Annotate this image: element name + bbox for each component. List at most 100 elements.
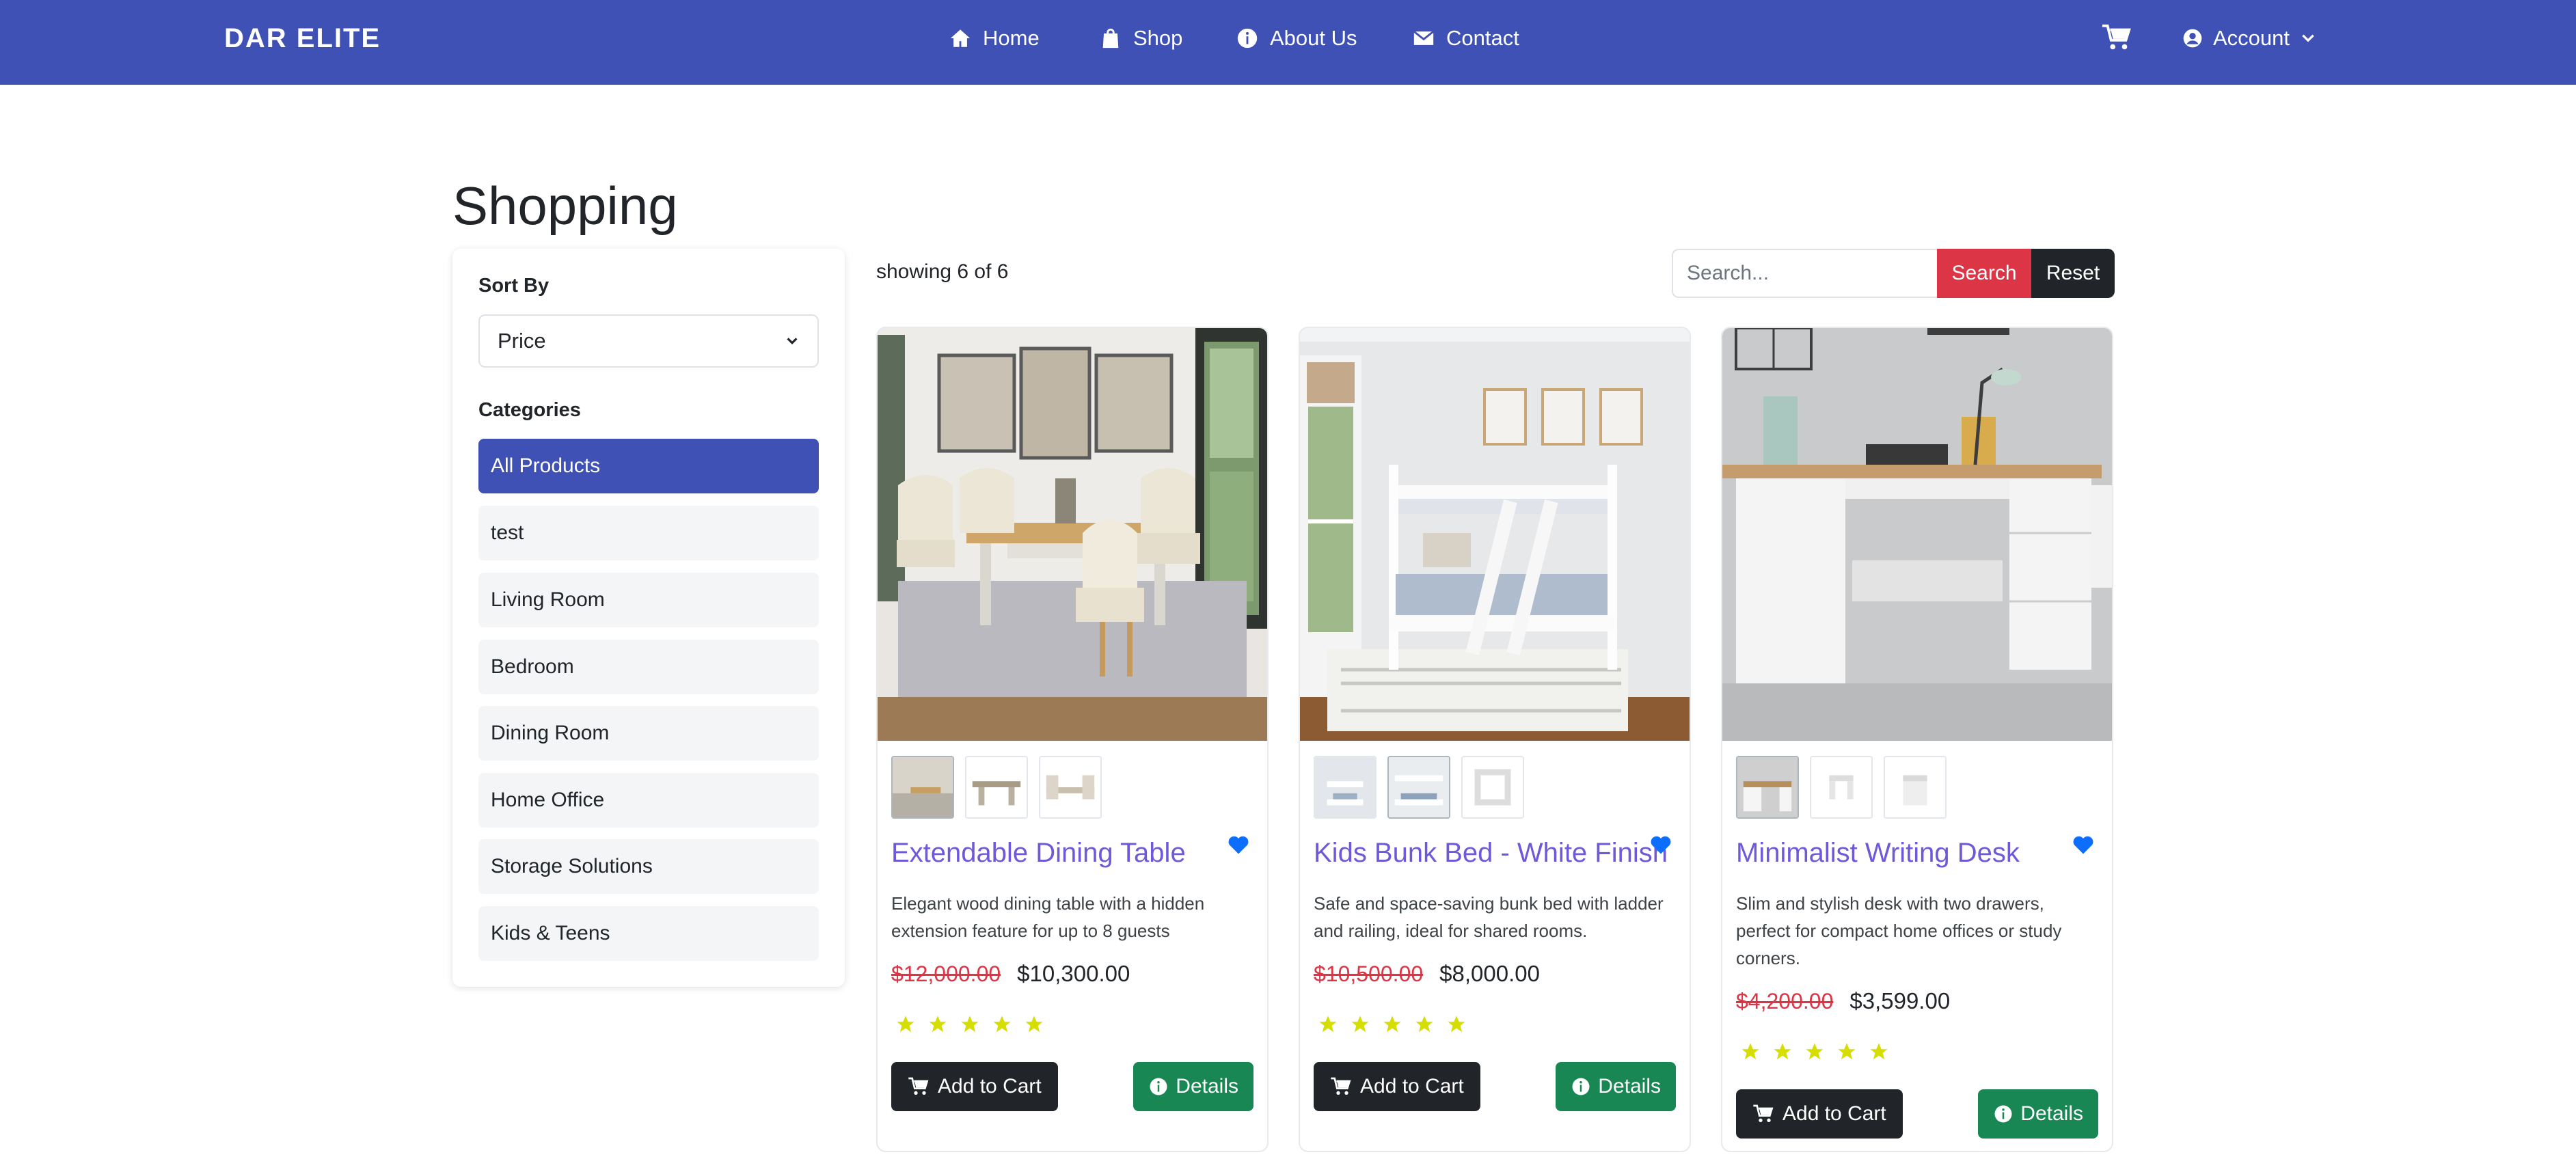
nav-about-link[interactable]: About Us	[1236, 26, 1357, 51]
nav-about-label: About Us	[1270, 26, 1357, 50]
star-icon	[1806, 1043, 1823, 1060]
filter-sidebar: Sort By Price Categories All Products te…	[452, 249, 845, 987]
sort-select-value: Price	[498, 329, 546, 353]
old-price: $12,000.00	[891, 962, 1001, 986]
current-price: $3,599.00	[1849, 988, 1951, 1013]
details-button[interactable]: Details	[1978, 1089, 2098, 1139]
thumbnail[interactable]	[1461, 756, 1524, 819]
star-icon	[961, 1016, 979, 1033]
star-icon	[929, 1016, 947, 1033]
product-image[interactable]	[1722, 328, 2112, 741]
home-icon	[950, 29, 971, 47]
category-kids-teens[interactable]: Kids & Teens	[478, 906, 819, 961]
add-to-cart-label: Add to Cart	[1782, 1102, 1886, 1125]
thumbnail[interactable]	[1039, 756, 1102, 819]
star-icon	[1741, 1043, 1759, 1060]
star-icon	[1319, 1016, 1337, 1033]
add-to-cart-button[interactable]: Add to Cart	[1314, 1062, 1480, 1111]
details-label: Details	[1598, 1075, 1661, 1098]
details-button[interactable]: Details	[1556, 1062, 1676, 1111]
product-title[interactable]: Minimalist Writing Desk	[1736, 838, 2064, 869]
details-button[interactable]: Details	[1133, 1062, 1253, 1111]
star-icon	[1774, 1043, 1791, 1060]
thumbnail[interactable]	[965, 756, 1028, 819]
add-to-cart-button[interactable]: Add to Cart	[1736, 1089, 1903, 1139]
heart-icon	[1228, 836, 1249, 854]
product-card: Kids Bunk Bed - White Finish Safe and sp…	[1299, 327, 1691, 1152]
product-title[interactable]: Extendable Dining Table	[891, 838, 1219, 869]
thumbnail-strip	[891, 756, 1102, 819]
rating-stars	[895, 1014, 1044, 1035]
cart-icon	[908, 1077, 929, 1095]
nav-shop-label: Shop	[1133, 26, 1183, 50]
favorite-button[interactable]	[1226, 832, 1251, 857]
product-image[interactable]	[878, 328, 1267, 741]
cart-icon	[1331, 1077, 1351, 1095]
account-label: Account	[2213, 26, 2290, 50]
thumbnail[interactable]	[1736, 756, 1799, 819]
nav-home-link[interactable]: Home	[949, 26, 1040, 51]
search-button[interactable]: Search	[1937, 249, 2031, 298]
product-description: Elegant wood dining table with a hidden …	[891, 893, 1205, 941]
thumbnail[interactable]	[1884, 756, 1947, 819]
user-circle-icon	[2183, 29, 2202, 48]
cart-icon	[2102, 24, 2131, 50]
info-icon	[1150, 1078, 1167, 1095]
page-title: Shopping	[452, 176, 678, 236]
thumbnail-strip	[1314, 756, 1524, 819]
nav-shop-link[interactable]: Shop	[1099, 26, 1182, 51]
category-bedroom[interactable]: Bedroom	[478, 640, 819, 694]
category-dining-room[interactable]: Dining Room	[478, 706, 819, 761]
sort-by-label: Sort By	[478, 275, 550, 297]
heart-icon	[1651, 836, 1671, 854]
old-price: $10,500.00	[1314, 962, 1424, 986]
info-icon	[1994, 1105, 2012, 1123]
thumbnail[interactable]	[1810, 756, 1873, 819]
star-icon	[1351, 1016, 1369, 1033]
category-test[interactable]: test	[478, 506, 819, 560]
star-icon	[1025, 1016, 1043, 1033]
star-icon	[1838, 1043, 1856, 1060]
star-icon	[897, 1016, 914, 1033]
thumbnail[interactable]	[1314, 756, 1377, 819]
chevron-down-icon	[787, 338, 798, 345]
envelope-icon	[1413, 30, 1435, 45]
star-icon	[993, 1016, 1011, 1033]
reset-button[interactable]: Reset	[2031, 249, 2115, 298]
category-all-products[interactable]: All Products	[478, 439, 819, 493]
add-to-cart-button[interactable]: Add to Cart	[891, 1062, 1058, 1111]
info-icon	[1572, 1078, 1590, 1095]
nav-contact-link[interactable]: Contact	[1412, 26, 1519, 51]
categories-label: Categories	[478, 399, 581, 421]
info-icon	[1237, 28, 1258, 49]
category-home-office[interactable]: Home Office	[478, 773, 819, 828]
details-label: Details	[1176, 1075, 1238, 1098]
brand-logo[interactable]: DAR ELITE	[224, 23, 381, 54]
account-dropdown[interactable]: Account	[2182, 26, 2317, 51]
favorite-button[interactable]	[1649, 832, 1673, 857]
star-icon	[1415, 1016, 1433, 1033]
thumbnail-strip	[1736, 756, 1947, 819]
sort-select[interactable]: Price	[478, 314, 819, 368]
nav-contact-label: Contact	[1446, 26, 1519, 50]
add-to-cart-label: Add to Cart	[938, 1075, 1042, 1098]
thumbnail[interactable]	[1387, 756, 1450, 819]
star-icon	[1448, 1016, 1465, 1033]
product-title[interactable]: Kids Bunk Bed - White Finish	[1314, 838, 1668, 869]
thumbnail[interactable]	[891, 756, 954, 819]
nav-home-label: Home	[983, 26, 1040, 50]
star-icon	[1870, 1043, 1888, 1060]
favorite-button[interactable]	[2071, 832, 2096, 857]
product-card: Extendable Dining Table Elegant wood din…	[876, 327, 1269, 1152]
rating-stars	[1740, 1041, 1889, 1062]
product-image[interactable]	[1300, 328, 1690, 741]
product-description: Safe and space-saving bunk bed with ladd…	[1314, 893, 1664, 941]
rating-stars	[1318, 1014, 1467, 1035]
search-input[interactable]	[1672, 249, 1937, 298]
cart-button[interactable]	[2101, 22, 2132, 53]
category-living-room[interactable]: Living Room	[478, 573, 819, 627]
writing-desk-photo	[1722, 328, 2112, 741]
shopping-bag-icon	[1102, 28, 1119, 49]
top-navbar: DAR ELITE Home Shop About Us Contact Acc…	[0, 0, 2576, 85]
category-storage-solutions[interactable]: Storage Solutions	[478, 839, 819, 894]
